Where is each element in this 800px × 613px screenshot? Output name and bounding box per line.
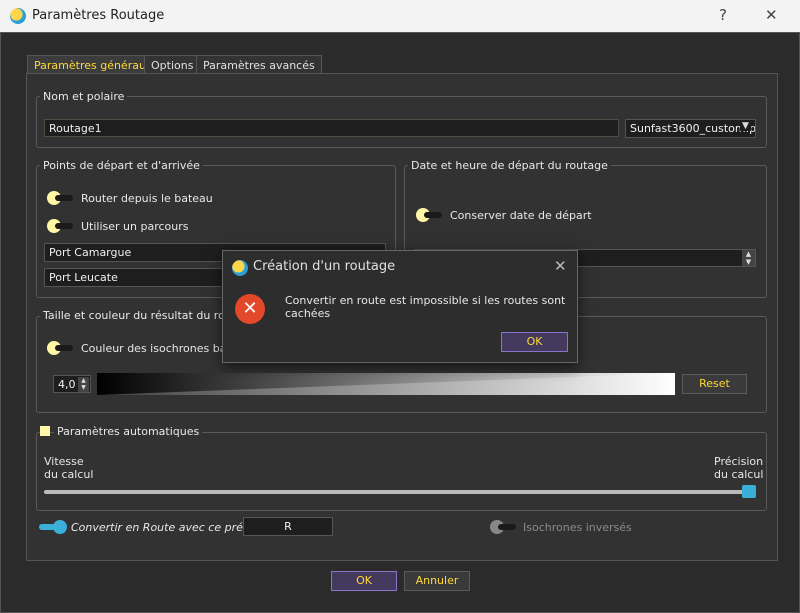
color-isochrones-toggle[interactable]	[47, 341, 75, 355]
dialog-message: Convertir en route est impossible si les…	[285, 294, 566, 320]
color-gradient-bar[interactable]	[97, 373, 675, 395]
error-dialog: Création d'un routage ✕ ✕ Convertir en r…	[222, 250, 578, 363]
group-result-title: Taille et couleur du résultat du routag	[40, 309, 253, 322]
close-window-button[interactable]: ✕	[765, 6, 778, 24]
error-icon: ✕	[235, 294, 265, 324]
group-points-title: Points de départ et d'arrivée	[40, 159, 203, 172]
size-value: 4,0	[58, 378, 76, 391]
size-spinner-icon[interactable]: ▲ ▼	[78, 377, 89, 392]
gradient-wedge	[97, 373, 675, 395]
calc-slider-handle[interactable]	[742, 485, 756, 498]
keep-date-toggle[interactable]	[416, 208, 444, 222]
route-from-boat-label: Router depuis le bateau	[81, 192, 213, 205]
reset-button[interactable]: Reset	[682, 374, 747, 394]
datetime-spinner-icon[interactable]: ▲ ▼	[742, 250, 755, 266]
group-auto-title: Paramètres automatiques	[54, 425, 203, 438]
dialog-app-icon	[232, 260, 248, 276]
tab-general[interactable]: Paramètres généraux	[27, 55, 160, 75]
group-datetime-title: Date et heure de départ du routage	[408, 159, 611, 172]
tab-options[interactable]: Options	[144, 55, 201, 74]
use-course-label: Utiliser un parcours	[81, 220, 189, 233]
use-course-toggle[interactable]	[47, 219, 75, 233]
speed-label-line1: Vitesse	[44, 455, 84, 468]
convert-route-label: Convertir en Route avec ce préfixe	[71, 521, 264, 534]
chevron-down-icon: ▼	[740, 121, 751, 131]
keep-date-label: Conserver date de départ	[450, 209, 592, 222]
window-title: Paramètres Routage	[32, 8, 165, 23]
cancel-button[interactable]: Annuler	[404, 571, 470, 591]
speed-label-line2: du calcul	[44, 468, 94, 481]
group-name-polar-title: Nom et polaire	[40, 90, 128, 103]
precision-label-line1: Précision	[714, 455, 764, 468]
ok-button[interactable]: OK	[331, 571, 397, 591]
route-from-boat-toggle[interactable]	[47, 191, 75, 205]
isochrones-inverted-toggle[interactable]	[490, 520, 518, 534]
dialog-close-button[interactable]: ✕	[554, 257, 567, 275]
routing-name-input[interactable]: Routage1	[44, 119, 619, 137]
window-titlebar: Paramètres Routage ? ✕	[0, 0, 800, 32]
color-isochrones-label: Couleur des isochrones basée	[81, 342, 246, 355]
dialog-title: Création d'un routage	[253, 259, 396, 274]
auto-params-checkbox[interactable]	[40, 426, 50, 436]
convert-route-toggle[interactable]	[39, 520, 67, 534]
polar-select[interactable]: Sunfast3600_custom.p	[625, 119, 756, 138]
app-icon	[10, 8, 26, 24]
tab-advanced[interactable]: Paramètres avancés	[196, 55, 322, 74]
calc-slider-track[interactable]	[44, 490, 756, 494]
isochrones-inverted-label: Isochrones inversés	[523, 521, 632, 534]
route-prefix-input[interactable]: R	[243, 517, 333, 536]
precision-label-line2: du calcul	[714, 468, 764, 481]
group-auto	[36, 432, 767, 511]
help-button[interactable]: ?	[719, 6, 727, 24]
polar-select-value: Sunfast3600_custom.p	[630, 122, 756, 135]
dialog-ok-button[interactable]: OK	[501, 332, 568, 352]
